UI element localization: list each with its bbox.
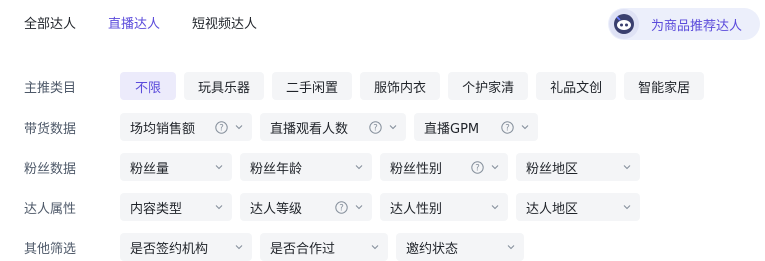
robot-avatar-icon (609, 9, 639, 39)
chevron-down-icon (354, 202, 364, 212)
help-icon[interactable]: ? (215, 120, 228, 134)
category-chip-personal-care[interactable]: 个护家清 (448, 72, 529, 100)
svg-text:?: ? (475, 163, 480, 173)
invitation-status-select[interactable]: 邀约状态 (396, 233, 524, 261)
help-icon[interactable]: ? (335, 200, 348, 214)
fans-gender-select-label: 粉丝性别 (390, 161, 443, 177)
cooperated-select-label: 是否合作过 (270, 241, 336, 257)
invitation-status-select-label: 邀约状态 (406, 241, 459, 257)
sales-data-label: 带货数据 (24, 121, 77, 137)
creator-region-select[interactable]: 达人地区 (516, 193, 640, 221)
category-chip-gifts[interactable]: 礼品文创 (536, 72, 617, 100)
category-chip-toys-instruments[interactable]: 玩具乐器 (184, 72, 265, 100)
sales-data-selects: 场均销售额 ? 直播观看人数 ? 直播GPM ? (120, 113, 538, 141)
creator-gender-select[interactable]: 达人性别 (380, 193, 508, 221)
fans-data-row: 粉丝数据 粉丝量 粉丝年龄 粉丝性别 ? 粉丝地区 (24, 153, 640, 181)
category-chip-apparel[interactable]: 服饰内衣 (360, 72, 441, 100)
svg-text:?: ? (219, 123, 224, 133)
content-type-select[interactable]: 内容类型 (120, 193, 232, 221)
recommend-creators-button[interactable]: 为商品推荐达人 (608, 8, 760, 40)
fans-age-select-label: 粉丝年龄 (250, 161, 303, 177)
chevron-down-icon (622, 202, 632, 212)
sales-data-row: 带货数据 场均销售额 ? 直播观看人数 ? 直播GPM ? (24, 113, 538, 141)
chevron-down-icon (506, 242, 516, 252)
live-viewers-select[interactable]: 直播观看人数 ? (260, 113, 406, 141)
tab-all-creators[interactable]: 全部达人 (24, 15, 76, 35)
chevron-down-icon (490, 162, 500, 172)
fans-data-label: 粉丝数据 (24, 161, 77, 177)
creator-attributes-label: 达人属性 (24, 201, 77, 217)
chevron-down-icon (234, 242, 244, 252)
content-type-select-label: 内容类型 (130, 201, 183, 217)
help-icon[interactable]: ? (501, 120, 514, 134)
cooperated-select[interactable]: 是否合作过 (260, 233, 388, 261)
signed-agency-select[interactable]: 是否签约机构 (120, 233, 252, 261)
creator-level-select-label: 达人等级 (250, 201, 303, 217)
tab-live-creators[interactable]: 直播达人 (108, 15, 160, 35)
chevron-down-icon (622, 162, 632, 172)
category-chip-second-hand[interactable]: 二手闲置 (272, 72, 353, 100)
fans-age-select[interactable]: 粉丝年龄 (240, 153, 372, 181)
other-filters-label: 其他筛选 (24, 241, 77, 257)
chevron-down-icon (370, 242, 380, 252)
creator-attribute-selects: 内容类型 达人等级 ? 达人性别 达人地区 (120, 193, 640, 221)
main-category-label: 主推类目 (24, 80, 77, 96)
chevron-down-icon (520, 122, 530, 132)
creator-region-select-label: 达人地区 (526, 201, 579, 217)
recommend-creators-label: 为商品推荐达人 (651, 18, 743, 34)
main-category-row: 主推类目 不限 玩具乐器 二手闲置 服饰内衣 个护家清 礼品文创 智能家居 (24, 72, 705, 100)
signed-agency-select-label: 是否签约机构 (130, 241, 209, 257)
category-chip-smart-home[interactable]: 智能家居 (624, 72, 705, 100)
fans-data-selects: 粉丝量 粉丝年龄 粉丝性别 ? 粉丝地区 (120, 153, 640, 181)
category-chip-unlimited[interactable]: 不限 (120, 72, 177, 100)
tab-bar: 全部达人 直播达人 短视频达人 (24, 15, 257, 35)
fans-gender-select[interactable]: 粉丝性别 ? (380, 153, 508, 181)
tab-short-video-creators[interactable]: 短视频达人 (192, 15, 257, 35)
fans-count-select-label: 粉丝量 (130, 161, 170, 177)
svg-text:?: ? (373, 123, 378, 133)
creator-attributes-row: 达人属性 内容类型 达人等级 ? 达人性别 达人地区 (24, 193, 640, 221)
chevron-down-icon (354, 162, 364, 172)
other-filters-row: 其他筛选 是否签约机构 是否合作过 邀约状态 (24, 233, 524, 261)
chevron-down-icon (388, 122, 398, 132)
chevron-down-icon (234, 122, 244, 132)
creator-gender-select-label: 达人性别 (390, 201, 443, 217)
svg-text:?: ? (505, 123, 510, 133)
live-gpm-select-label: 直播GPM (424, 121, 480, 137)
live-viewers-select-label: 直播观看人数 (270, 121, 349, 137)
chevron-down-icon (490, 202, 500, 212)
fans-region-select-label: 粉丝地区 (526, 161, 579, 177)
avg-sales-select[interactable]: 场均销售额 ? (120, 113, 252, 141)
creator-level-select[interactable]: 达人等级 ? (240, 193, 372, 221)
svg-text:?: ? (339, 203, 344, 213)
fans-region-select[interactable]: 粉丝地区 (516, 153, 640, 181)
help-icon[interactable]: ? (471, 160, 484, 174)
avg-sales-select-label: 场均销售额 (130, 121, 196, 137)
chevron-down-icon (214, 162, 224, 172)
category-chips: 不限 玩具乐器 二手闲置 服饰内衣 个护家清 礼品文创 智能家居 (120, 72, 705, 100)
help-icon[interactable]: ? (369, 120, 382, 134)
live-gpm-select[interactable]: 直播GPM ? (414, 113, 538, 141)
fans-count-select[interactable]: 粉丝量 (120, 153, 232, 181)
chevron-down-icon (214, 202, 224, 212)
other-filter-selects: 是否签约机构 是否合作过 邀约状态 (120, 233, 524, 261)
